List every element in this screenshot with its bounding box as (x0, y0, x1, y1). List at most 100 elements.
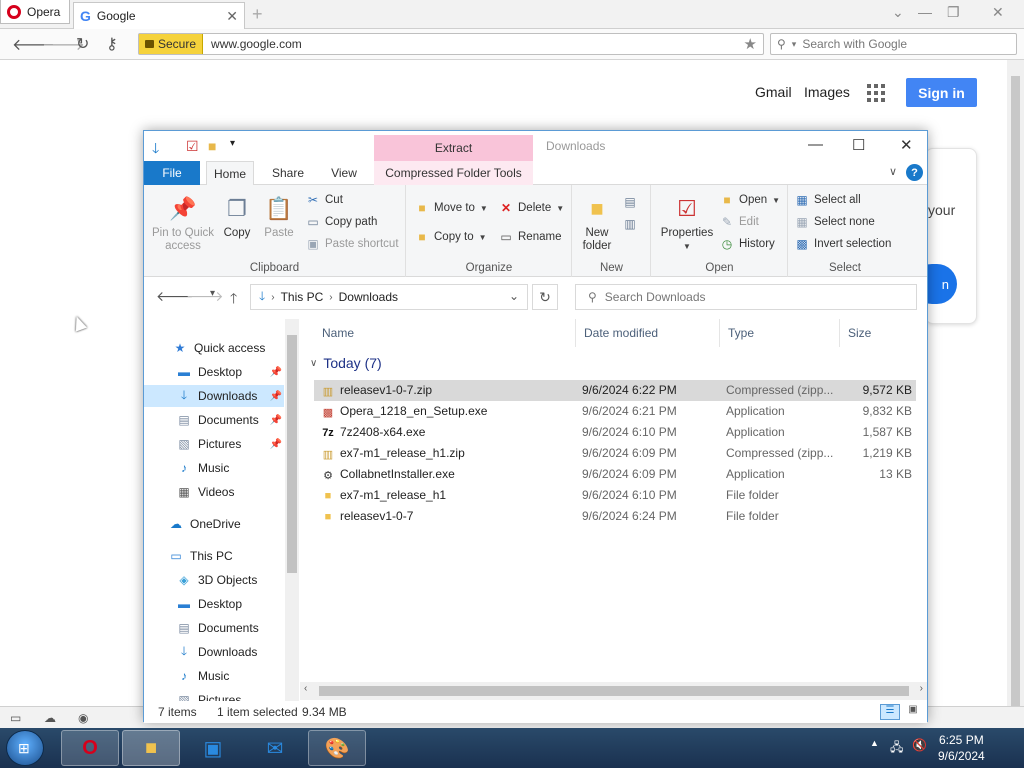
delete-button[interactable]: ✕ Delete ▼ (499, 201, 564, 215)
properties-check-icon[interactable]: ☑ (186, 138, 199, 155)
refresh-button[interactable]: ↻ (532, 284, 558, 310)
sidebar-toggle-icon[interactable]: ▭ (10, 711, 21, 725)
up-folder-icon[interactable]: 🡑 (230, 288, 237, 312)
speed-dial-icon[interactable]: ◉ (78, 711, 88, 725)
file-list-scrollbar-thumb[interactable] (319, 686, 909, 696)
explorer-search-input[interactable]: ⚲ Search Downloads (575, 284, 917, 310)
taskbar-mail[interactable]: ✉ (246, 730, 304, 766)
table-row[interactable]: ▩ Opera_1218_en_Setup.exe 9/6/2024 6:21 P… (314, 401, 916, 422)
nav-pc-documents[interactable]: ▤ Documents (144, 617, 284, 639)
down-arrow-icon[interactable]: 🡓 (152, 138, 159, 162)
cloud-icon[interactable]: ☁ (44, 711, 56, 725)
new-tab-icon[interactable]: + (252, 4, 263, 25)
cut-button[interactable]: ✂ Cut (306, 193, 343, 207)
select-all-button[interactable]: ▦ Select all (795, 193, 860, 207)
page-scrollbar-thumb[interactable] (1011, 76, 1020, 706)
explorer-close-icon[interactable]: ✕ (900, 136, 913, 154)
minimize-icon[interactable]: — (918, 4, 932, 20)
details-view-icon[interactable]: ☰ (880, 704, 900, 720)
opera-menu-button[interactable]: Opera (0, 0, 70, 24)
nav-pc-desktop[interactable]: ▬ Desktop (144, 593, 284, 615)
tab-view[interactable]: View (322, 161, 366, 185)
large-icons-view-icon[interactable]: ▣ (904, 704, 922, 720)
table-row[interactable]: ▥ ex7-m1_release_h1.zip 9/6/2024 6:09 PM … (314, 443, 916, 464)
table-row[interactable]: ■ ex7-m1_release_h1 9/6/2024 6:10 PM File… (314, 485, 916, 506)
nav-pane-scrollbar-thumb[interactable] (287, 335, 297, 573)
taskbar-file-explorer[interactable]: ■ (122, 730, 180, 766)
open-button[interactable]: ■ Open ▼ (720, 193, 780, 207)
maximize-icon[interactable]: ❐ (947, 4, 960, 21)
tab-home[interactable]: Home (206, 161, 254, 185)
table-row[interactable]: 7z 7z2408-x64.exe 9/6/2024 6:10 PM Applic… (314, 422, 916, 443)
customize-qa-chevron-icon[interactable]: ▾ (230, 138, 235, 149)
select-none-button[interactable]: ▦ Select none (795, 215, 874, 229)
nav-quick-access[interactable]: ★ Quick access (144, 337, 284, 359)
easy-access-icon[interactable]: ▥ (623, 217, 637, 231)
reload-icon[interactable]: ↻ (76, 34, 89, 54)
tab-file[interactable]: File (144, 161, 200, 185)
table-row[interactable]: ▥ releasev1-0-7.zip 9/6/2024 6:22 PM Comp… (314, 380, 916, 401)
nav-pc-downloads[interactable]: 🡓 Downloads (144, 641, 284, 663)
scroll-left-icon[interactable]: ‹ (304, 683, 307, 694)
close-icon[interactable]: ✕ (992, 4, 1004, 21)
path-downloads[interactable]: Downloads (339, 290, 398, 304)
browser-tab-google[interactable]: G Google ✕ (73, 2, 245, 29)
column-header-date[interactable]: Date modified (576, 319, 720, 347)
group-header-today[interactable]: ∨ Today (7) (310, 355, 382, 371)
copy-to-button[interactable]: ■ Copy to ▼ (415, 230, 486, 244)
path-separator-icon[interactable]: › (329, 292, 332, 303)
nav-pc-music[interactable]: ♪ Music (144, 665, 284, 687)
nav-pc-3d-objects[interactable]: ◈ 3D Objects (144, 569, 284, 591)
move-to-button[interactable]: ■ Move to ▼ (415, 201, 487, 215)
taskbar-store[interactable]: ▣ (184, 730, 242, 766)
collapse-ribbon-icon[interactable]: ∨ (889, 165, 897, 178)
copy-path-button[interactable]: ▭ Copy path (306, 215, 377, 229)
gmail-link[interactable]: Gmail (755, 84, 792, 100)
paste-button[interactable]: 📋 Paste (262, 193, 296, 240)
explorer-title-bar[interactable]: 🡓 ☑ ■ ▾ Extract Downloads — ☐ ✕ (144, 131, 927, 161)
nav-this-pc[interactable]: ▭ This PC (144, 545, 284, 567)
path-separator-icon[interactable]: › (271, 292, 274, 303)
page-scrollbar[interactable] (1007, 60, 1024, 706)
system-clock[interactable]: 6:25 PM 9/6/2024 (938, 732, 985, 764)
new-item-icon[interactable]: ▤ (623, 195, 637, 209)
invert-selection-button[interactable]: ▩ Invert selection (795, 237, 891, 251)
help-icon[interactable]: ? (906, 164, 923, 181)
table-row[interactable]: ■ releasev1-0-7 9/6/2024 6:24 PM File fol… (314, 506, 916, 527)
tab-menu-icon[interactable]: ⌄ (892, 4, 904, 21)
path-this-pc[interactable]: This PC (281, 290, 324, 304)
scroll-right-icon[interactable]: › (920, 683, 923, 694)
folder-icon[interactable]: ■ (208, 138, 216, 154)
history-button[interactable]: ◷ History (720, 237, 775, 251)
nav-qa-desktop[interactable]: ▬ Desktop 📌 (144, 361, 284, 383)
column-header-name[interactable]: Name (314, 319, 576, 347)
start-button[interactable]: ⊞ (6, 730, 44, 766)
new-folder-button[interactable]: ■ New folder (577, 193, 617, 253)
column-header-size[interactable]: Size (840, 319, 920, 347)
tab-compressed-folder-tools[interactable]: Compressed Folder Tools (374, 161, 533, 185)
extract-context-tab[interactable]: Extract (374, 135, 533, 161)
explorer-maximize-icon[interactable]: ☐ (852, 136, 865, 154)
secure-badge[interactable]: Secure (139, 34, 204, 54)
nav-qa-music[interactable]: ♪ Music (144, 457, 284, 479)
nav-onedrive[interactable]: ☁ OneDrive (144, 513, 284, 535)
nav-qa-downloads[interactable]: 🡓 Downloads 📌 (144, 385, 284, 407)
taskbar-paint[interactable]: 🎨 (308, 730, 366, 766)
explorer-forward-icon[interactable]: 🡒 (186, 288, 224, 305)
explorer-address-input[interactable]: 🡓 › This PC › Downloads ⌄ (250, 284, 528, 310)
address-dropdown-icon[interactable]: ⌄ (509, 289, 519, 303)
images-link[interactable]: Images (804, 84, 850, 100)
apps-grid-icon[interactable] (867, 84, 885, 102)
bookmark-star-icon[interactable]: ★ (744, 35, 757, 53)
url-input[interactable]: Secure www.google.com ★ (138, 33, 764, 55)
properties-button[interactable]: ☑ Properties ▼ (656, 193, 718, 253)
tab-share[interactable]: Share (266, 161, 310, 185)
nav-qa-documents[interactable]: ▤ Documents 📌 (144, 409, 284, 431)
explorer-minimize-icon[interactable]: — (808, 136, 823, 153)
nav-qa-pictures[interactable]: ▧ Pictures 📌 (144, 433, 284, 455)
nav-pane-scrollbar[interactable] (285, 319, 299, 701)
file-list-horizontal-scrollbar[interactable]: ‹ › (300, 682, 927, 700)
group-collapse-chevron-icon[interactable]: ∨ (310, 358, 317, 369)
show-hidden-icons-icon[interactable]: ▲ (870, 738, 879, 748)
edit-button[interactable]: ✎ Edit (720, 215, 759, 229)
